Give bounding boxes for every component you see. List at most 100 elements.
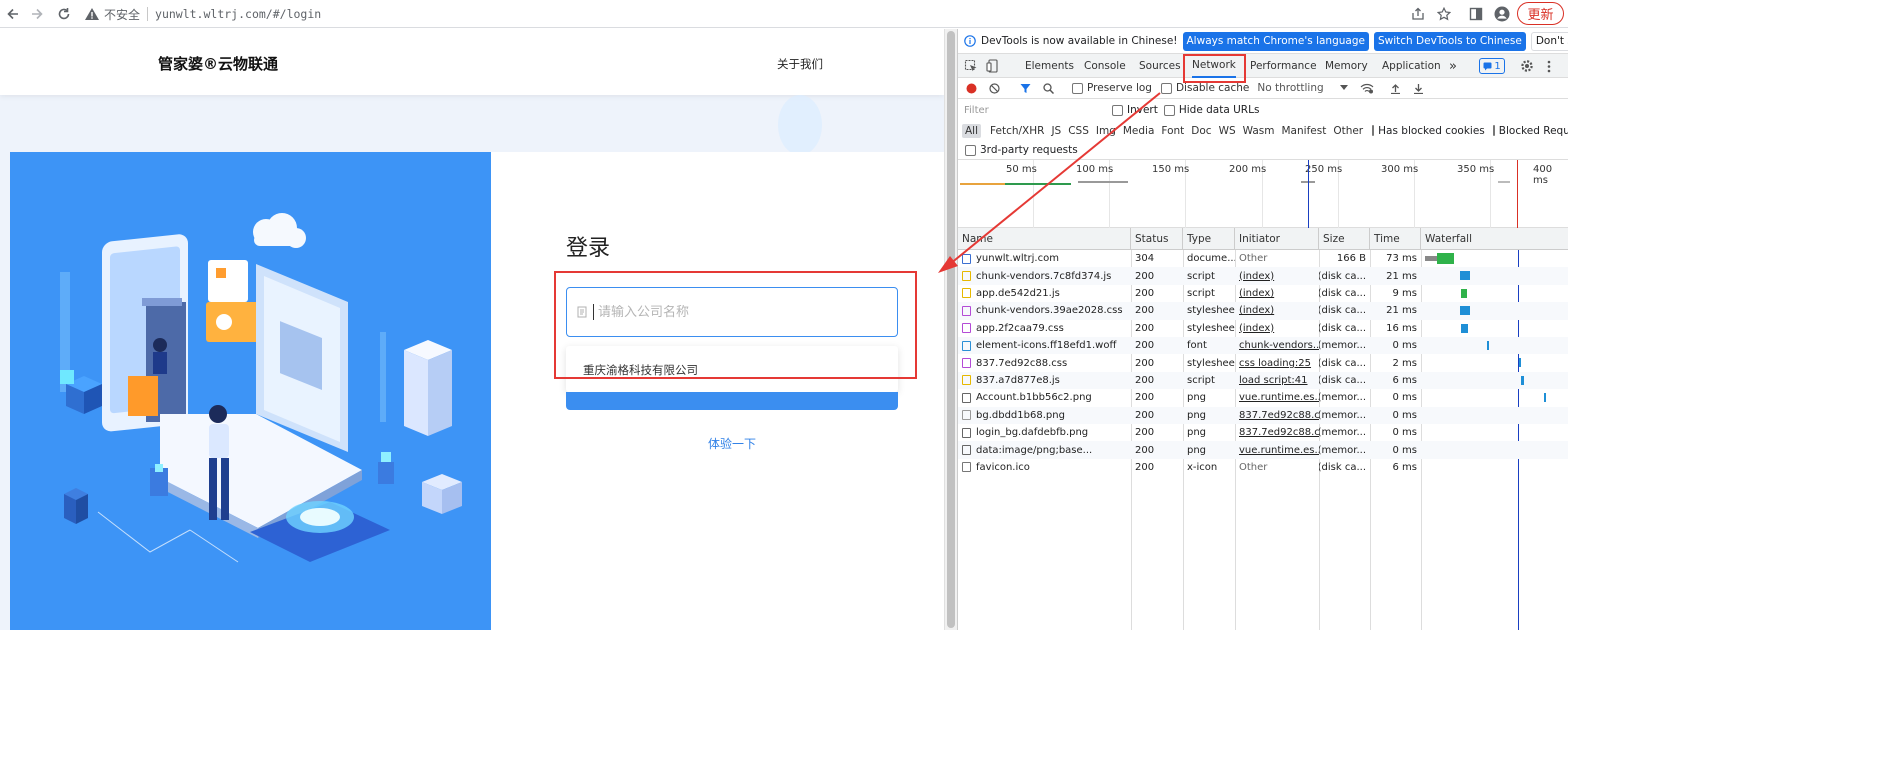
cell-initiator[interactable]: (index) [1235, 285, 1319, 302]
network-conditions-icon[interactable] [1360, 83, 1374, 94]
type-doc[interactable]: Doc [1188, 124, 1214, 138]
type-fetch-xhr[interactable]: Fetch/XHR [987, 124, 1047, 138]
url-text[interactable]: yunwlt.wltrj.com/#/login [155, 7, 321, 21]
column-waterfall[interactable]: Waterfall [1421, 228, 1568, 250]
type-all[interactable]: All [962, 123, 982, 138]
page-scrollbar[interactable] [944, 29, 957, 630]
bookmark-star-icon[interactable] [1434, 4, 1454, 24]
issues-badge[interactable]: 1 [1479, 58, 1505, 74]
settings-gear-icon[interactable] [1520, 54, 1534, 78]
column-size[interactable]: Size [1319, 228, 1370, 250]
blocked-cookies-checkbox[interactable] [1372, 125, 1375, 136]
cell-initiator[interactable]: chunk-vendors.... [1235, 337, 1319, 354]
table-row[interactable]: element-icons.ff18efd1.woff 200 font chunk-… [958, 337, 1568, 355]
disable-cache-checkbox[interactable] [1160, 82, 1172, 94]
type-font[interactable]: Font [1158, 124, 1187, 138]
tab-memory[interactable]: Memory [1325, 54, 1368, 78]
cell-initiator[interactable]: (index) [1235, 267, 1319, 284]
third-party-checkbox[interactable] [965, 144, 976, 156]
type-wasm[interactable]: Wasm [1240, 124, 1278, 138]
trial-link[interactable]: 体验一下 [708, 435, 756, 452]
blocked-requests-checkbox[interactable] [1492, 125, 1495, 136]
cell-initiator[interactable]: 837.7ed92c88.css [1235, 424, 1319, 441]
type-media[interactable]: Media [1120, 124, 1158, 138]
cell-name[interactable]: app.de542d21.js [958, 285, 1131, 302]
cell-initiator[interactable]: vue.runtime.es... [1235, 441, 1319, 458]
filter-funnel-icon[interactable] [1020, 83, 1031, 94]
search-icon[interactable] [1043, 82, 1054, 94]
share-icon[interactable] [1408, 4, 1428, 24]
cell-initiator[interactable]: load script:41 [1235, 372, 1319, 389]
tab-elements[interactable]: Elements [1025, 54, 1074, 78]
column-initiator[interactable]: Initiator [1235, 228, 1319, 250]
dont-show-again-button[interactable]: Don't show again [1530, 31, 1568, 51]
cell-name[interactable]: 837.a7d877e8.js [958, 372, 1131, 389]
preserve-log-checkbox[interactable] [1072, 82, 1083, 94]
cell-name[interactable]: yunwlt.wltrj.com [958, 250, 1131, 267]
update-button[interactable]: 更新 [1517, 2, 1564, 25]
profile-avatar-icon[interactable] [1492, 4, 1512, 24]
table-row[interactable]: Account.b1bb56c2.png 200 png vue.runtime.es… [958, 389, 1568, 406]
tab-sources[interactable]: Sources [1139, 54, 1181, 78]
column-status[interactable]: Status [1131, 228, 1183, 250]
table-row[interactable]: 837.7ed92c88.css 200 stylesheet css loading… [958, 354, 1568, 371]
table-row[interactable]: yunwlt.wltrj.com 304 docume... Other 166 B 73… [958, 250, 1568, 267]
table-row[interactable]: chunk-vendors.7c8fd374.js 200 script (index… [958, 267, 1568, 285]
cell-name[interactable]: element-icons.ff18efd1.woff [958, 337, 1131, 354]
cell-name[interactable]: login_bg.dafdebfb.png [958, 424, 1131, 441]
column-time[interactable]: Time [1370, 228, 1421, 250]
table-row[interactable]: app.2f2caa79.css 200 stylesheet (index) (dis… [958, 320, 1568, 337]
table-row[interactable]: app.de542d21.js 200 script (index) (disk ca.… [958, 285, 1568, 302]
more-options-icon[interactable] [1547, 54, 1551, 78]
cell-initiator[interactable]: css loading:25 [1235, 354, 1319, 371]
cell-name[interactable]: Account.b1bb56c2.png [958, 389, 1131, 406]
match-language-button[interactable]: Always match Chrome's language [1182, 31, 1369, 51]
hide-data-urls-checkbox[interactable] [1163, 104, 1175, 116]
export-har-icon[interactable] [1413, 83, 1424, 94]
tab-console[interactable]: Console [1084, 54, 1126, 78]
cell-initiator[interactable]: (index) [1235, 320, 1319, 337]
cell-initiator[interactable]: vue.runtime.es... [1235, 389, 1319, 406]
table-row[interactable]: bg.dbdd1b68.png 200 png 837.7ed92c88.css(me… [958, 406, 1568, 424]
address-bar[interactable]: 不安全 yunwlt.wltrj.com/#/login [80, 2, 1460, 26]
type-other[interactable]: Other [1330, 124, 1366, 138]
cell-name[interactable]: app.2f2caa79.css [958, 320, 1131, 337]
cell-name[interactable]: chunk-vendors.7c8fd374.js [958, 267, 1131, 284]
device-toolbar-icon[interactable] [986, 54, 1000, 78]
type-ws[interactable]: WS [1216, 124, 1239, 138]
column-name[interactable]: Name [958, 228, 1131, 250]
import-har-icon[interactable] [1390, 83, 1401, 94]
switch-language-button[interactable]: Switch DevTools to Chinese [1373, 31, 1526, 51]
column-type[interactable]: Type [1183, 228, 1235, 250]
throttling-select[interactable]: No throttling [1257, 82, 1323, 94]
cell-name[interactable]: bg.dbdd1b68.png [958, 407, 1131, 424]
reload-icon[interactable] [54, 4, 74, 24]
type-js[interactable]: JS [1048, 124, 1064, 138]
invert-checkbox[interactable] [1112, 104, 1123, 116]
page-scrollbar-thumb[interactable] [947, 31, 955, 628]
type-img[interactable]: Img [1093, 124, 1119, 138]
cell-name[interactable]: chunk-vendors.39ae2028.css [958, 302, 1131, 319]
table-row[interactable]: chunk-vendors.39ae2028.css 200 stylesheet (… [958, 302, 1568, 320]
cell-initiator[interactable]: (index) [1235, 302, 1319, 319]
table-row[interactable]: login_bg.dafdebfb.png 200 png 837.7ed92c88.… [958, 424, 1568, 441]
table-row[interactable]: favicon.ico 200 x-icon Other (disk ca... 6 ms [958, 459, 1568, 476]
filter-input[interactable]: Filter [964, 102, 1100, 118]
cell-name[interactable]: favicon.ico [958, 459, 1131, 476]
about-us-link[interactable]: 关于我们 [777, 56, 823, 72]
login-button[interactable] [566, 392, 898, 410]
clear-icon[interactable] [989, 82, 1000, 94]
tab-application[interactable]: Application [1382, 54, 1441, 78]
forward-icon[interactable] [27, 4, 47, 24]
table-row[interactable]: 837.a7d877e8.js 200 script load script:41 (d… [958, 371, 1568, 390]
inspect-element-icon[interactable] [964, 54, 978, 78]
side-panel-icon[interactable] [1466, 4, 1486, 24]
record-icon[interactable] [966, 83, 977, 94]
network-overview-timeline[interactable]: 50 ms 100 ms 150 ms 200 ms 250 ms 300 ms… [958, 160, 1568, 228]
back-icon[interactable] [3, 4, 23, 24]
cell-name[interactable]: data:image/png;base... [958, 441, 1131, 458]
type-manifest[interactable]: Manifest [1279, 124, 1330, 138]
more-tabs-icon[interactable]: » [1449, 54, 1457, 78]
cell-initiator[interactable]: 837.7ed92c88.css [1235, 407, 1319, 424]
table-row[interactable]: data:image/png;base... 200 png vue.runtime.… [958, 441, 1568, 459]
